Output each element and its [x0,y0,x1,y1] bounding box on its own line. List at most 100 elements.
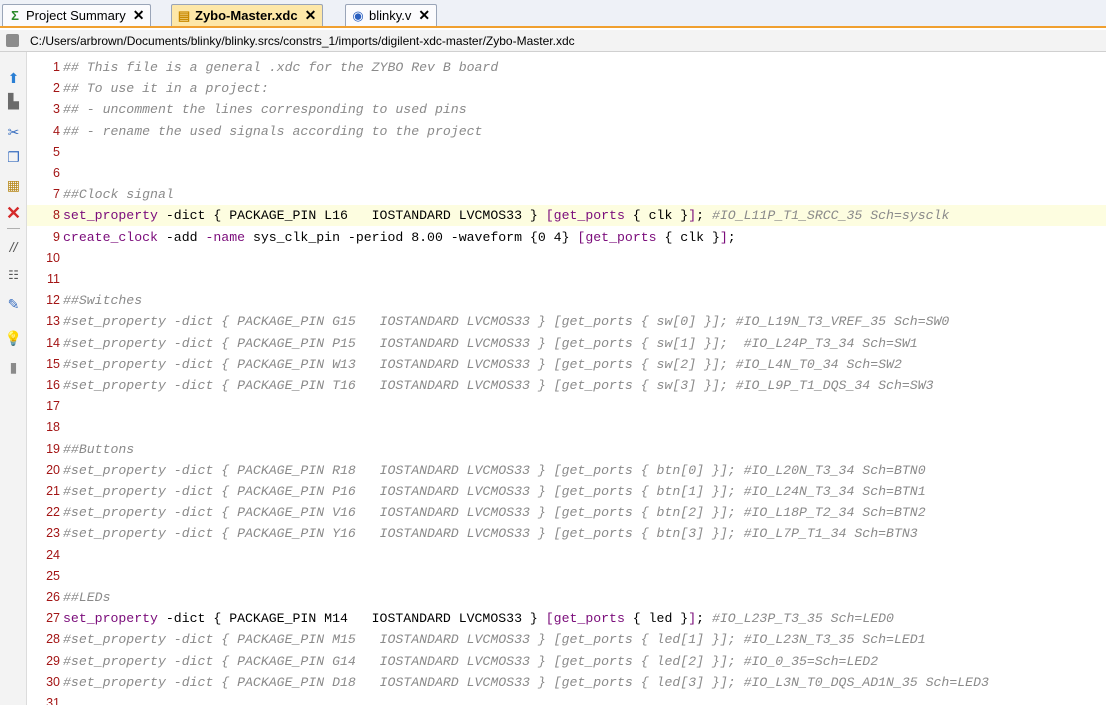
code-text: { clk } [624,208,689,224]
close-icon[interactable]: ✕ [305,7,317,24]
line-number: 18 [46,420,60,435]
code-comment: #set_property -dict { PACKAGE_PIN P16 IO… [63,484,926,499]
code-line[interactable]: 14 #set_property -dict { PACKAGE_PIN P15 … [27,333,1106,354]
line-number: 5 [53,144,60,159]
line-number: 19 [46,441,60,456]
code-keyword: ] [688,208,697,224]
code-keyword: set_property [63,611,158,627]
code-comment: #set_property -dict { PACKAGE_PIN T16 IO… [63,378,934,393]
code-line[interactable]: 20 #set_property -dict { PACKAGE_PIN R18 … [27,460,1106,481]
code-text: { led } [624,611,689,627]
line-number: 25 [46,568,60,583]
code-line[interactable]: 17 [27,396,1106,417]
code-line[interactable]: 2 ## To use it in a project: [27,78,1106,99]
line-number: 1 [53,60,60,74]
code-line[interactable]: 30 #set_property -dict { PACKAGE_PIN D18 … [27,672,1106,693]
code-comment: ##LEDs [63,590,111,605]
editor-tab-bar: Σ Project Summary ✕ ▤ Zybo-Master.xdc ✕ … [0,0,1106,28]
code-line[interactable]: 21 #set_property -dict { PACKAGE_PIN P16 … [27,481,1106,502]
code-line[interactable]: 18 [27,417,1106,438]
code-line[interactable]: 27 set_property -dict { PACKAGE_PIN M14 I… [27,608,1106,629]
select-all-icon[interactable]: ☷ [4,266,23,285]
code-comment: #set_property -dict { PACKAGE_PIN R18 IO… [63,462,926,478]
code-line[interactable]: 9 create_clock -add -name sys_clk_pin -pe… [27,227,1106,248]
line-number: 4 [53,123,60,138]
code-comment: #set_property -dict { PACKAGE_PIN V16 IO… [63,505,926,521]
code-text: ; [727,229,736,245]
code-line[interactable]: 5 [27,142,1106,163]
code-text: -dict { PACKAGE_PIN M14 IOSTANDARD LVCMO… [157,611,546,627]
code-line[interactable]: 23 #set_property -dict { PACKAGE_PIN Y16 … [27,523,1106,544]
code-line[interactable]: 25 [27,566,1106,587]
tab-project-summary[interactable]: Σ Project Summary ✕ [2,4,152,26]
code-line[interactable]: 19 ##Buttons [27,439,1106,460]
code-comment: #IO_L23P_T3_35 Sch=LED0 [711,611,894,627]
code-line[interactable]: 15 #set_property -dict { PACKAGE_PIN W13 … [27,354,1106,375]
code-comment: ##Clock signal [63,187,174,203]
line-number: 26 [46,590,60,604]
line-number: 2 [53,81,60,96]
code-editor[interactable]: 1 ## This file is a general .xdc for the … [27,52,1106,705]
editor-toolbar: ⬆ ▙ ✂ ❐ ▦ ✕ // ☷ ✎ 💡 ▮ [0,52,27,705]
tab-label: Project Summary [26,8,126,23]
code-text: ; [696,208,712,224]
sigma-icon: Σ [11,7,19,23]
code-keyword: [get_ports [545,208,625,224]
line-number: 12 [46,293,60,308]
code-line[interactable]: 12 ##Switches [27,290,1106,311]
close-icon[interactable]: ✕ [418,7,430,24]
delete-icon[interactable]: ✕ [4,204,23,223]
code-line[interactable]: 13 #set_property -dict { PACKAGE_PIN G15 … [27,311,1106,332]
save-icon[interactable]: ▙ [4,92,23,111]
code-text: -dict { PACKAGE_PIN L16 IOSTANDARD LVCMO… [157,208,546,224]
tab-zybo-master-xdc[interactable]: ▤ Zybo-Master.xdc ✕ [171,4,324,26]
code-line[interactable]: 4 ## - rename the used signals according … [27,121,1106,142]
replace-icon[interactable]: ✎ [4,295,23,314]
copy-icon[interactable]: ❐ [4,148,23,167]
bulb-icon[interactable]: 💡 [4,329,23,348]
code-line[interactable]: 28 #set_property -dict { PACKAGE_PIN M15 … [27,629,1106,650]
code-line[interactable]: 29 #set_property -dict { PACKAGE_PIN G14 … [27,651,1106,672]
code-comment: ##Buttons [63,441,135,457]
code-line[interactable]: 10 [27,248,1106,269]
code-comment: ## - uncomment the lines corresponding t… [63,102,467,118]
code-line[interactable]: 3 ## - uncomment the lines corresponding … [27,99,1106,120]
code-line[interactable]: 31 [27,693,1106,705]
close-icon[interactable]: ✕ [133,7,145,24]
line-number: 13 [46,314,60,329]
code-keyword: [get_ports [545,611,625,627]
code-line[interactable]: 7 ##Clock signal [27,184,1106,205]
line-number: 20 [46,462,60,477]
code-comment: ##Switches [63,293,143,309]
verilog-file-icon: ◉ [352,7,364,23]
code-line[interactable]: 22 #set_property -dict { PACKAGE_PIN V16 … [27,502,1106,523]
cut-icon[interactable]: ✂ [4,123,23,142]
code-keyword: -name [205,229,246,245]
code-text: sys_clk_pin -period 8.00 -waveform {0 4} [245,229,578,245]
file-path-bar: C:/Users/arbrown/Documents/blinky/blinky… [0,30,1106,52]
file-path: C:/Users/arbrown/Documents/blinky/blinky… [30,33,575,48]
code-line[interactable]: 8 set_property -dict { PACKAGE_PIN L16 IO… [27,205,1106,227]
line-number: 9 [53,229,60,244]
code-line[interactable]: 26 ##LEDs [27,587,1106,608]
tab-blinky-v[interactable]: ◉ blinky.v ✕ [345,4,438,26]
code-line[interactable]: 11 [27,269,1106,290]
line-number: 8 [53,208,60,223]
code-line[interactable]: 1 ## This file is a general .xdc for the … [27,57,1106,78]
comment-icon[interactable]: // [4,238,23,257]
line-number: 23 [46,526,60,541]
code-text: { clk } [656,229,720,245]
code-line[interactable]: 16 #set_property -dict { PACKAGE_PIN T16 … [27,375,1106,396]
code-comment: #set_property -dict { PACKAGE_PIN P15 IO… [63,335,918,351]
open-file-icon[interactable]: ⬆ [4,69,23,88]
stamp-icon[interactable]: ▮ [4,358,23,377]
line-number: 15 [46,356,60,371]
toolbar-separator [7,228,20,229]
code-line[interactable]: 24 [27,545,1106,566]
code-keyword: ] [688,611,697,627]
paste-icon[interactable]: ▦ [4,176,23,195]
line-number: 24 [46,547,60,562]
code-line[interactable]: 6 [27,163,1106,184]
line-number: 31 [46,696,60,705]
line-number: 27 [46,611,60,626]
